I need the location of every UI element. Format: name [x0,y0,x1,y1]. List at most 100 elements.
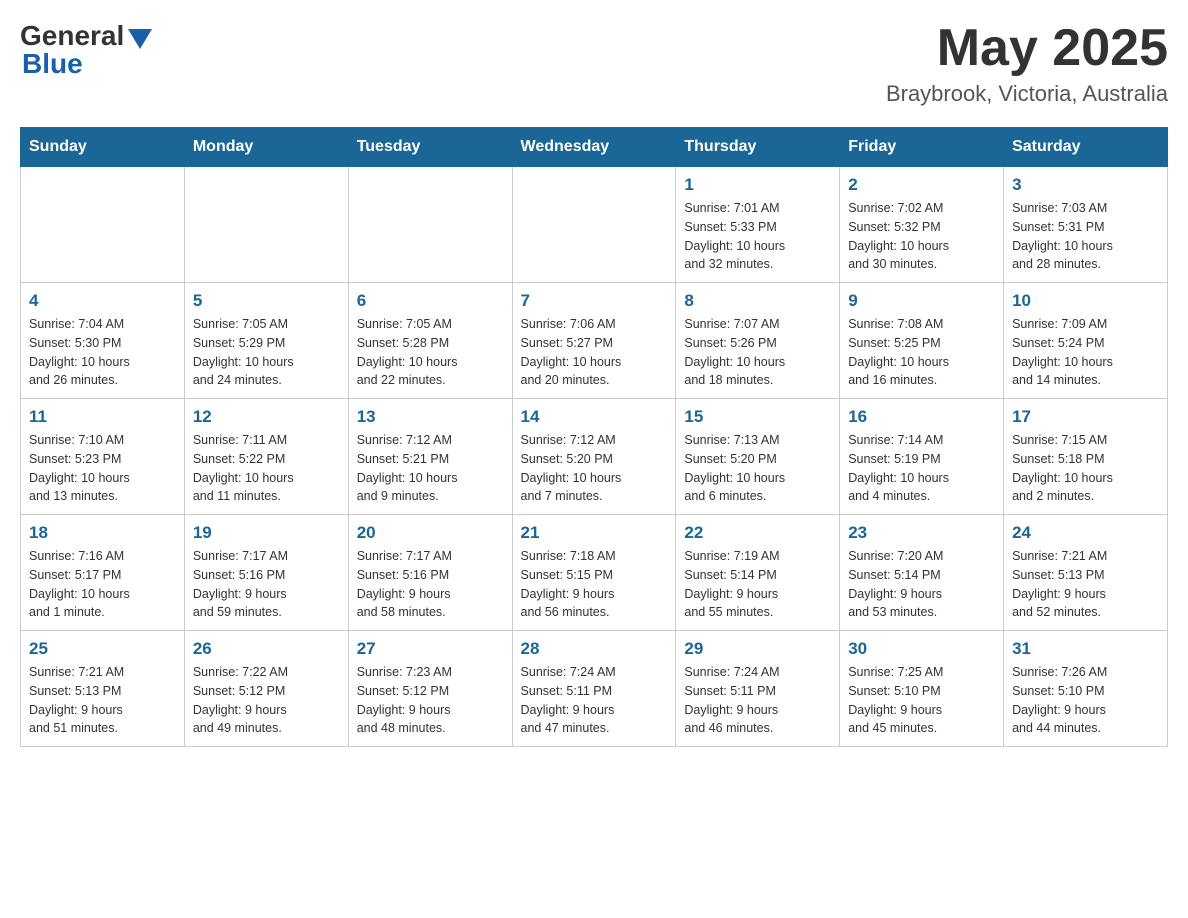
day-info: Sunrise: 7:24 AMSunset: 5:11 PMDaylight:… [684,663,831,738]
day-info: Sunrise: 7:26 AMSunset: 5:10 PMDaylight:… [1012,663,1159,738]
day-number: 24 [1012,523,1159,543]
calendar-table: SundayMondayTuesdayWednesdayThursdayFrid… [20,127,1168,747]
day-number: 11 [29,407,176,427]
day-info: Sunrise: 7:21 AMSunset: 5:13 PMDaylight:… [1012,547,1159,622]
day-info: Sunrise: 7:04 AMSunset: 5:30 PMDaylight:… [29,315,176,390]
calendar-cell: 7 Sunrise: 7:06 AMSunset: 5:27 PMDaylight… [512,283,676,399]
day-info: Sunrise: 7:11 AMSunset: 5:22 PMDaylight:… [193,431,340,506]
day-number: 3 [1012,175,1159,195]
day-info: Sunrise: 7:03 AMSunset: 5:31 PMDaylight:… [1012,199,1159,274]
day-number: 26 [193,639,340,659]
day-number: 30 [848,639,995,659]
day-number: 22 [684,523,831,543]
calendar-cell: 2 Sunrise: 7:02 AMSunset: 5:32 PMDaylight… [840,167,1004,283]
day-number: 2 [848,175,995,195]
day-info: Sunrise: 7:17 AMSunset: 5:16 PMDaylight:… [193,547,340,622]
logo-triangle-icon [128,29,152,49]
day-info: Sunrise: 7:14 AMSunset: 5:19 PMDaylight:… [848,431,995,506]
week-row-1: 1Sunrise: 7:01 AMSunset: 5:33 PMDaylight… [21,167,1168,283]
day-info: Sunrise: 7:19 AMSunset: 5:14 PMDaylight:… [684,547,831,622]
day-info: Sunrise: 7:16 AMSunset: 5:17 PMDaylight:… [29,547,176,622]
calendar-cell: 6 Sunrise: 7:05 AMSunset: 5:28 PMDaylight… [348,283,512,399]
day-info: Sunrise: 7:10 AMSunset: 5:23 PMDaylight:… [29,431,176,506]
day-info: Sunrise: 7:12 AMSunset: 5:20 PMDaylight:… [521,431,668,506]
calendar-cell: 13Sunrise: 7:12 AMSunset: 5:21 PMDayligh… [348,399,512,515]
calendar-header-saturday: Saturday [1004,128,1168,167]
calendar-cell: 5 Sunrise: 7:05 AMSunset: 5:29 PMDaylight… [184,283,348,399]
day-number: 29 [684,639,831,659]
calendar-cell: 16Sunrise: 7:14 AMSunset: 5:19 PMDayligh… [840,399,1004,515]
week-row-4: 18 Sunrise: 7:16 AMSunset: 5:17 PMDayligh… [21,515,1168,631]
day-number: 31 [1012,639,1159,659]
day-number: 13 [357,407,504,427]
day-info: Sunrise: 7:02 AMSunset: 5:32 PMDaylight:… [848,199,995,274]
calendar-cell [184,167,348,283]
day-number: 28 [521,639,668,659]
week-row-5: 25 Sunrise: 7:21 AMSunset: 5:13 PMDayligh… [21,631,1168,747]
calendar-cell: 30 Sunrise: 7:25 AMSunset: 5:10 PMDayligh… [840,631,1004,747]
calendar-cell [512,167,676,283]
day-info: Sunrise: 7:05 AMSunset: 5:28 PMDaylight:… [357,315,504,390]
logo-blue-text: Blue [22,48,83,80]
day-info: Sunrise: 7:06 AMSunset: 5:27 PMDaylight:… [521,315,668,390]
day-number: 25 [29,639,176,659]
day-number: 10 [1012,291,1159,311]
day-info: Sunrise: 7:09 AMSunset: 5:24 PMDaylight:… [1012,315,1159,390]
day-info: Sunrise: 7:20 AMSunset: 5:14 PMDaylight:… [848,547,995,622]
day-number: 4 [29,291,176,311]
calendar-header-tuesday: Tuesday [348,128,512,167]
day-info: Sunrise: 7:05 AMSunset: 5:29 PMDaylight:… [193,315,340,390]
day-info: Sunrise: 7:24 AMSunset: 5:11 PMDaylight:… [521,663,668,738]
day-info: Sunrise: 7:25 AMSunset: 5:10 PMDaylight:… [848,663,995,738]
day-info: Sunrise: 7:18 AMSunset: 5:15 PMDaylight:… [521,547,668,622]
title-section: May 2025 Braybrook, Victoria, Australia [886,20,1168,107]
calendar-cell: 26Sunrise: 7:22 AMSunset: 5:12 PMDayligh… [184,631,348,747]
day-info: Sunrise: 7:07 AMSunset: 5:26 PMDaylight:… [684,315,831,390]
calendar-cell: 31 Sunrise: 7:26 AMSunset: 5:10 PMDayligh… [1004,631,1168,747]
calendar-cell: 8 Sunrise: 7:07 AMSunset: 5:26 PMDaylight… [676,283,840,399]
calendar-cell: 11 Sunrise: 7:10 AMSunset: 5:23 PMDayligh… [21,399,185,515]
calendar-header-row: SundayMondayTuesdayWednesdayThursdayFrid… [21,128,1168,167]
calendar-cell: 15 Sunrise: 7:13 AMSunset: 5:20 PMDayligh… [676,399,840,515]
calendar-header-friday: Friday [840,128,1004,167]
calendar-header-sunday: Sunday [21,128,185,167]
day-number: 17 [1012,407,1159,427]
day-number: 9 [848,291,995,311]
calendar-cell: 14 Sunrise: 7:12 AMSunset: 5:20 PMDayligh… [512,399,676,515]
day-info: Sunrise: 7:08 AMSunset: 5:25 PMDaylight:… [848,315,995,390]
calendar-cell: 21Sunrise: 7:18 AMSunset: 5:15 PMDayligh… [512,515,676,631]
calendar-cell: 17 Sunrise: 7:15 AMSunset: 5:18 PMDayligh… [1004,399,1168,515]
day-number: 1 [684,175,831,195]
calendar-cell [21,167,185,283]
location-subtitle: Braybrook, Victoria, Australia [886,81,1168,107]
day-info: Sunrise: 7:15 AMSunset: 5:18 PMDaylight:… [1012,431,1159,506]
day-info: Sunrise: 7:23 AMSunset: 5:12 PMDaylight:… [357,663,504,738]
day-number: 15 [684,407,831,427]
day-info: Sunrise: 7:13 AMSunset: 5:20 PMDaylight:… [684,431,831,506]
day-info: Sunrise: 7:21 AMSunset: 5:13 PMDaylight:… [29,663,176,738]
week-row-3: 11 Sunrise: 7:10 AMSunset: 5:23 PMDayligh… [21,399,1168,515]
calendar-cell: 4 Sunrise: 7:04 AMSunset: 5:30 PMDaylight… [21,283,185,399]
day-number: 8 [684,291,831,311]
calendar-cell: 25 Sunrise: 7:21 AMSunset: 5:13 PMDayligh… [21,631,185,747]
day-number: 14 [521,407,668,427]
day-number: 27 [357,639,504,659]
calendar-cell: 19Sunrise: 7:17 AMSunset: 5:16 PMDayligh… [184,515,348,631]
calendar-cell: 10 Sunrise: 7:09 AMSunset: 5:24 PMDayligh… [1004,283,1168,399]
day-number: 7 [521,291,668,311]
day-number: 18 [29,523,176,543]
day-info: Sunrise: 7:17 AMSunset: 5:16 PMDaylight:… [357,547,504,622]
calendar-cell: 22 Sunrise: 7:19 AMSunset: 5:14 PMDayligh… [676,515,840,631]
week-row-2: 4 Sunrise: 7:04 AMSunset: 5:30 PMDaylight… [21,283,1168,399]
day-number: 20 [357,523,504,543]
calendar-header-monday: Monday [184,128,348,167]
calendar-header-thursday: Thursday [676,128,840,167]
day-number: 23 [848,523,995,543]
calendar-cell: 20 Sunrise: 7:17 AMSunset: 5:16 PMDayligh… [348,515,512,631]
day-number: 6 [357,291,504,311]
day-number: 5 [193,291,340,311]
calendar-cell: 1Sunrise: 7:01 AMSunset: 5:33 PMDaylight… [676,167,840,283]
calendar-cell: 18 Sunrise: 7:16 AMSunset: 5:17 PMDayligh… [21,515,185,631]
calendar-cell: 28 Sunrise: 7:24 AMSunset: 5:11 PMDayligh… [512,631,676,747]
logo: General Blue [20,20,152,80]
